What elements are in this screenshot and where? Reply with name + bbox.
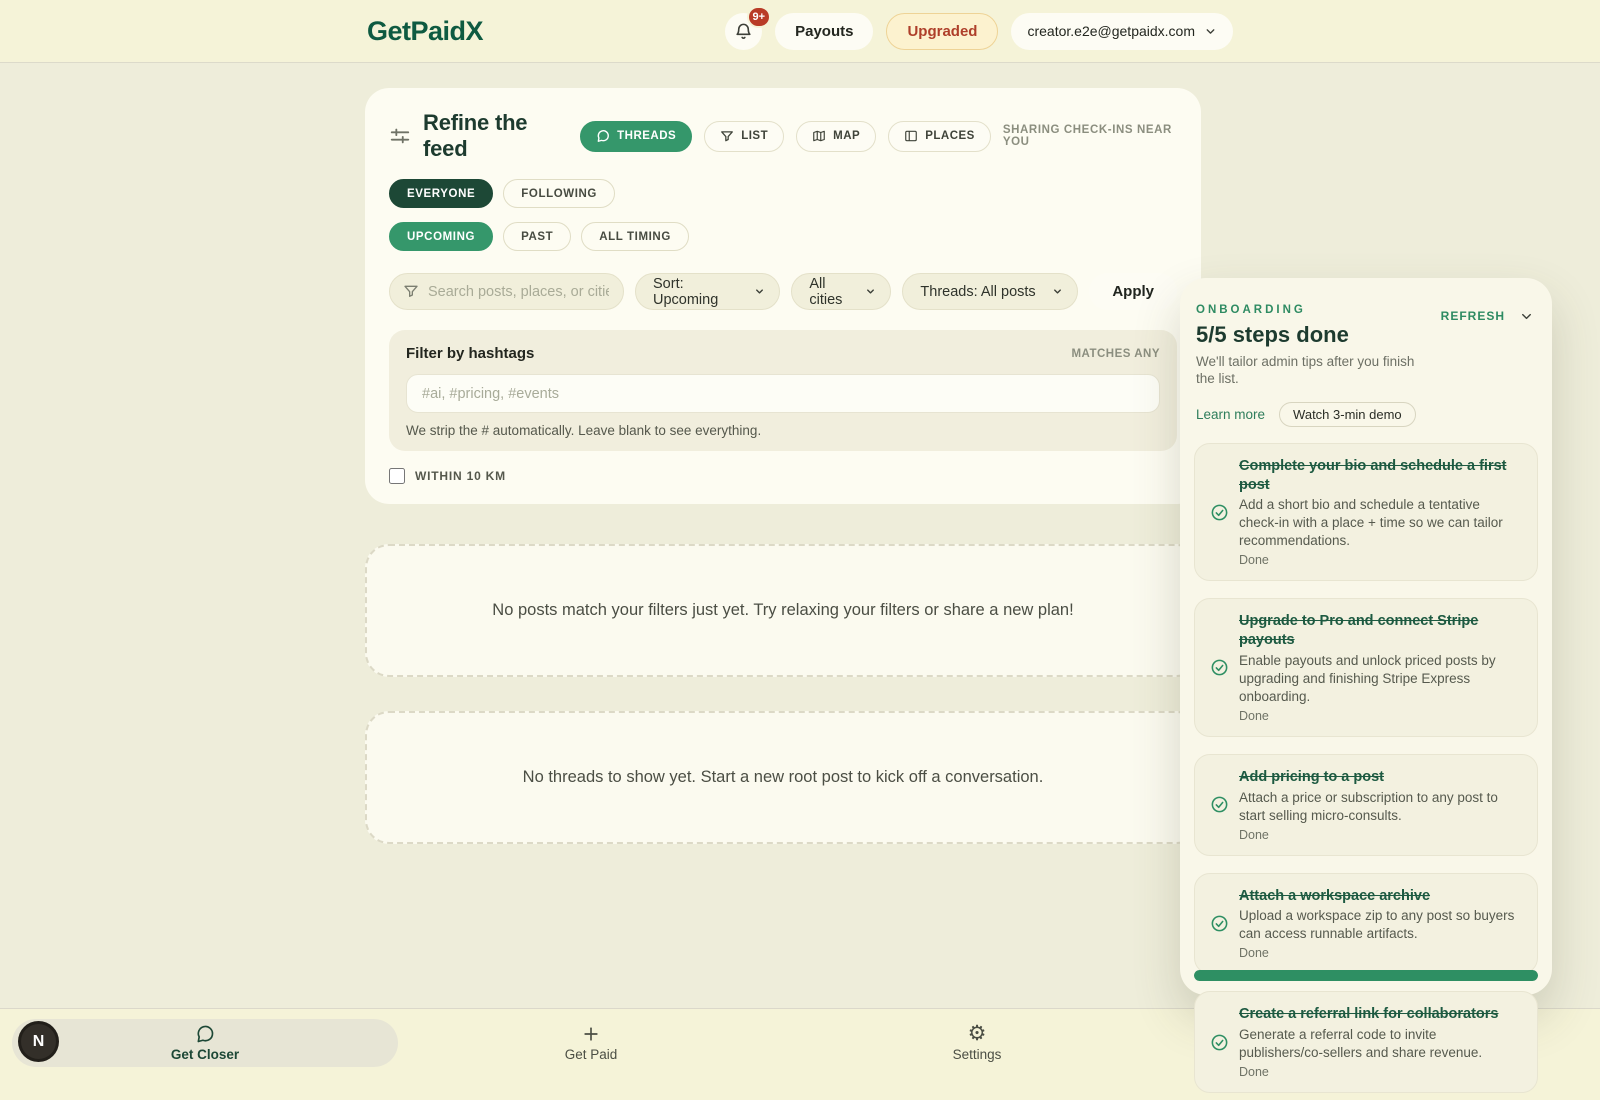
gear-icon: ⚙ [968,1024,987,1044]
empty-posts-card: No posts match your filters just yet. Tr… [365,544,1201,677]
nav-item-settings[interactable]: ⚙ Settings [784,1019,1170,1067]
task-title: Add pricing to a post [1239,768,1522,787]
chip-everyone[interactable]: EVERYONE [389,179,493,208]
check-circle-icon [1210,1033,1229,1052]
chip-all-timing[interactable]: ALL TIMING [581,222,689,251]
task-card-pricing[interactable]: Add pricing to a post Attach a price or … [1194,754,1538,856]
task-status: Done [1239,1065,1522,1079]
task-title: Attach a workspace archive [1239,887,1522,906]
chevron-down-icon [1052,286,1063,297]
tab-list[interactable]: LIST [704,121,784,152]
onboarding-progress-fill [1194,970,1538,981]
apply-button[interactable]: Apply [1089,273,1177,310]
check-circle-icon [1210,914,1229,933]
onboarding-panel: ONBOARDING 5/5 steps done We'll tailor a… [1180,278,1552,995]
collapse-panel-button[interactable] [1519,309,1534,324]
tab-places[interactable]: PLACES [888,121,991,152]
threads-filter-select[interactable]: Threads: All posts [902,273,1078,310]
task-description: Attach a price or subscription to any po… [1239,789,1522,825]
refresh-button[interactable]: REFRESH [1441,309,1505,323]
hashtag-filter-label: Filter by hashtags [406,345,534,362]
chevron-down-icon [865,286,876,297]
funnel-icon [720,129,734,143]
onboarding-kicker: ONBOARDING [1196,304,1436,316]
account-menu-button[interactable]: creator.e2e@getpaidx.com [1011,13,1233,50]
chevron-down-icon [1519,309,1534,324]
empty-threads-card: No threads to show yet. Start a new root… [365,711,1201,844]
task-description: Add a short bio and schedule a tentative… [1239,496,1522,550]
within-10km-label[interactable]: WITHIN 10 KM [415,469,506,483]
task-title: Complete your bio and schedule a first p… [1239,457,1522,495]
check-circle-icon [1210,658,1229,677]
task-card-stripe[interactable]: Upgrade to Pro and connect Stripe payout… [1194,598,1538,737]
chevron-down-icon [1204,25,1217,38]
hashtag-helper-text: We strip the # automatically. Leave blan… [406,423,1160,438]
refine-feed-panel: Refine the feed THREADS LIST [365,88,1201,504]
funnel-icon [403,283,419,299]
empty-threads-message: No threads to show yet. Start a new root… [523,768,1044,787]
upgraded-badge: Upgraded [886,13,998,50]
side-panel-icon [904,129,918,143]
tab-threads[interactable]: THREADS [580,121,692,152]
account-email: creator.e2e@getpaidx.com [1027,23,1195,39]
chat-bubble-icon [195,1024,215,1044]
task-description: Generate a referral code to invite publi… [1239,1026,1522,1062]
task-status: Done [1239,946,1522,960]
chip-following[interactable]: FOLLOWING [503,179,615,208]
chip-upcoming[interactable]: UPCOMING [389,222,493,251]
task-status: Done [1239,553,1522,567]
check-circle-icon [1210,503,1229,522]
task-card-archive[interactable]: Attach a workspace archive Upload a work… [1194,873,1538,975]
main-content: Refine the feed THREADS LIST [365,88,1201,844]
page-title: Refine the feed [423,110,558,162]
task-description: Upload a workspace zip to any post so bu… [1239,907,1522,943]
notification-count-badge: 9+ [747,6,772,28]
onboarding-progress-title: 5/5 steps done [1196,322,1436,348]
onboarding-task-list: Complete your bio and schedule a first p… [1194,443,1538,1093]
task-title: Upgrade to Pro and connect Stripe payout… [1239,612,1522,650]
task-card-bio[interactable]: Complete your bio and schedule a first p… [1194,443,1538,582]
hashtag-input[interactable] [406,374,1160,413]
onboarding-subtitle: We'll tailor admin tips after you finish… [1196,354,1436,388]
watch-demo-button[interactable]: Watch 3-min demo [1279,402,1416,427]
task-status: Done [1239,828,1522,842]
task-status: Done [1239,709,1522,723]
near-you-label: SHARING CHECK-INS NEAR YOU [1003,124,1177,148]
check-circle-icon [1210,795,1229,814]
chevron-down-icon [754,286,765,297]
plus-icon [581,1024,601,1044]
chip-past[interactable]: PAST [503,222,571,251]
learn-more-link[interactable]: Learn more [1196,407,1265,422]
app-header: GetPaidX 9+ Payouts Upgraded creator.e2e… [0,0,1600,63]
nav-item-get-paid[interactable]: Get Paid [398,1019,784,1067]
onboarding-progress-track [1194,970,1538,981]
task-card-referral[interactable]: Create a referral link for collaborators… [1194,991,1538,1093]
task-title: Create a referral link for collaborators [1239,1005,1522,1024]
map-icon [812,129,826,143]
hashtag-filter-section: Filter by hashtags MATCHES ANY We strip … [389,330,1177,451]
search-input[interactable] [389,273,624,310]
payouts-button[interactable]: Payouts [775,13,873,50]
tab-map[interactable]: MAP [796,121,876,152]
within-10km-checkbox[interactable] [389,468,405,484]
n-badge[interactable]: N [18,1021,59,1062]
sort-select[interactable]: Sort: Upcoming [635,273,780,310]
city-select[interactable]: All cities [791,273,891,310]
sliders-icon [389,125,411,147]
nav-item-get-closer[interactable]: Get Closer [12,1019,398,1067]
matches-any-label: MATCHES ANY [1071,348,1160,360]
chat-bubble-icon [596,129,610,143]
task-description: Enable payouts and unlock priced posts b… [1239,652,1522,706]
empty-posts-message: No posts match your filters just yet. Tr… [492,601,1073,620]
app-logo[interactable]: GetPaidX [367,16,483,47]
